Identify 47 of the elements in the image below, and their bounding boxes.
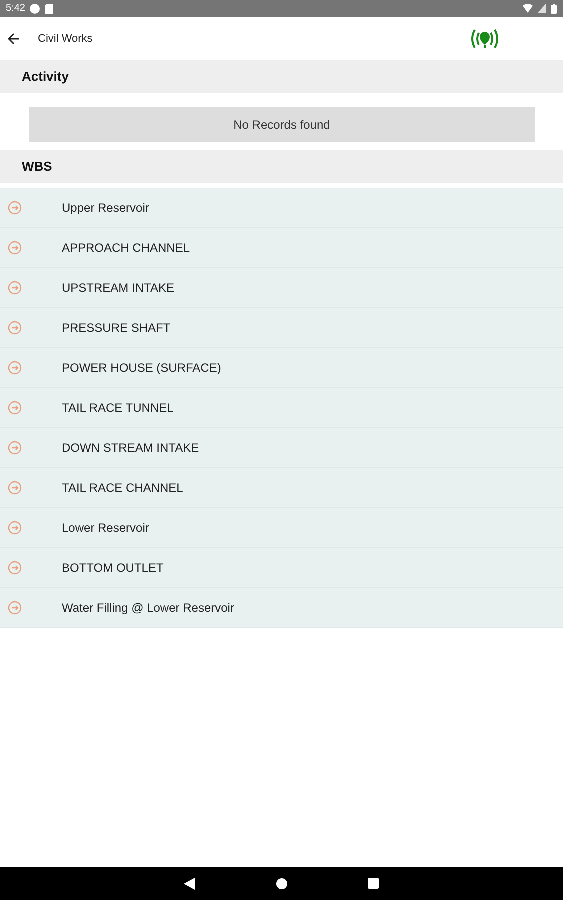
list-item-label: APPROACH CHANNEL	[62, 240, 190, 254]
arrow-circle-icon	[8, 600, 22, 614]
list-item[interactable]: Water Filling @ Lower Reservoir	[0, 588, 563, 628]
back-arrow-icon	[8, 32, 20, 44]
empty-message: No Records found	[29, 107, 535, 142]
section-title: WBS	[22, 159, 52, 174]
list-item-label: TAIL RACE CHANNEL	[62, 480, 184, 494]
status-time: 5:42	[6, 3, 26, 14]
broadcast-icon[interactable]	[469, 26, 501, 50]
list-item-label: TAIL RACE TUNNEL	[62, 400, 174, 414]
list-item[interactable]: UPSTREAM INTAKE	[0, 268, 563, 308]
list-item-label: POWER HOUSE (SURFACE)	[62, 360, 222, 374]
list-item[interactable]: DOWN STREAM INTAKE	[0, 428, 563, 468]
arrow-circle-icon	[8, 200, 22, 214]
signal-icon	[538, 4, 546, 13]
arrow-circle-icon	[8, 400, 22, 414]
list-item-label: Lower Reservoir	[62, 520, 150, 534]
back-icon[interactable]	[184, 878, 196, 890]
list-item[interactable]: POWER HOUSE (SURFACE)	[0, 348, 563, 388]
list-item[interactable]: TAIL RACE CHANNEL	[0, 468, 563, 508]
list-item-label: DOWN STREAM INTAKE	[62, 440, 200, 454]
arrow-circle-icon	[8, 560, 22, 574]
list-item-label: UPSTREAM INTAKE	[62, 280, 174, 294]
section-title: Activity	[22, 69, 69, 84]
list-item[interactable]: Lower Reservoir	[0, 508, 563, 548]
arrow-circle-icon	[8, 240, 22, 254]
arrow-circle-icon	[8, 320, 22, 334]
list-item[interactable]: BOTTOM OUTLET	[0, 548, 563, 588]
list-item[interactable]: APPROACH CHANNEL	[0, 228, 563, 268]
home-icon[interactable]	[276, 878, 288, 890]
arrow-circle-icon	[8, 440, 22, 454]
arrow-circle-icon	[8, 360, 22, 374]
screen-title: Civil Works	[38, 32, 93, 44]
list-item[interactable]: Upper Reservoir	[0, 188, 563, 228]
sd-card-icon	[45, 4, 54, 14]
list-item[interactable]: TAIL RACE TUNNEL	[0, 388, 563, 428]
notification-icon	[30, 4, 40, 14]
arrow-circle-icon	[8, 520, 22, 534]
arrow-circle-icon	[8, 480, 22, 494]
list-item[interactable]: PRESSURE SHAFT	[0, 308, 563, 348]
wifi-icon	[523, 4, 533, 13]
list-item-label: BOTTOM OUTLET	[62, 560, 164, 574]
arrow-circle-icon	[8, 280, 22, 294]
list-item-label: PRESSURE SHAFT	[62, 320, 171, 334]
list-item-label: Upper Reservoir	[62, 200, 150, 214]
list-item-label: Water Filling @ Lower Reservoir	[62, 600, 234, 614]
battery-icon	[551, 4, 557, 14]
